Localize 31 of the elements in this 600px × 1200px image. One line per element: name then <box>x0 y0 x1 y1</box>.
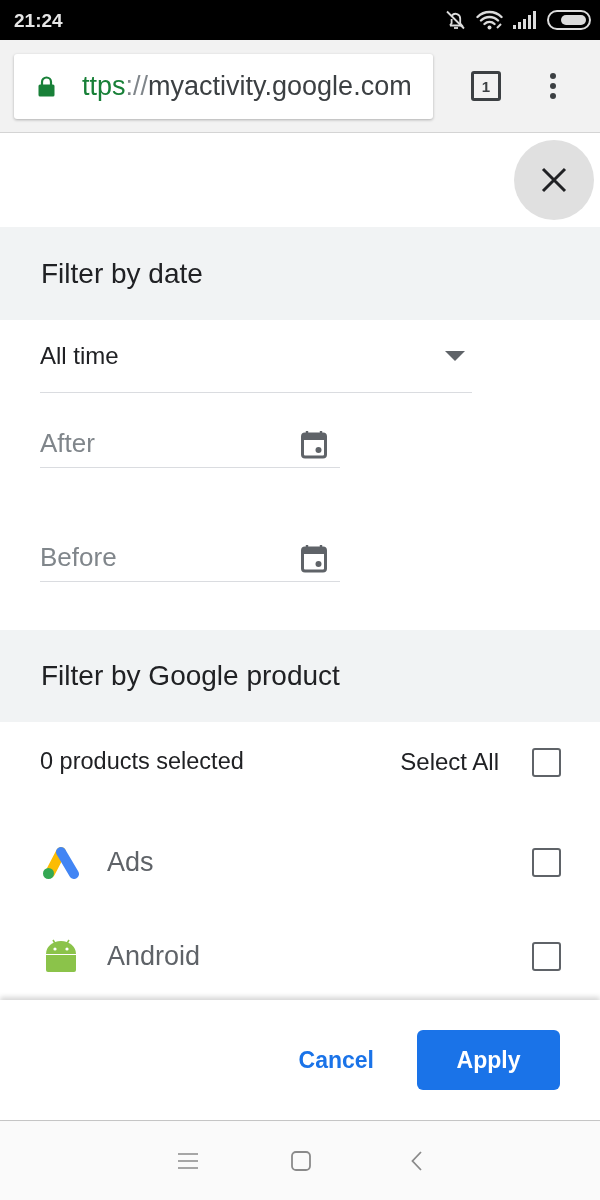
date-field[interactable]: Before <box>40 534 340 582</box>
apply-button[interactable]: Apply <box>417 1030 560 1090</box>
close-icon <box>541 167 567 193</box>
product-checkbox[interactable] <box>532 941 561 971</box>
calendar-icon[interactable] <box>301 431 327 459</box>
select-all-checkbox[interactable] <box>532 747 561 777</box>
back-icon[interactable] <box>411 1150 422 1171</box>
select-all-label[interactable]: Select All <box>400 744 499 780</box>
selection-count-text: 0 products selected <box>40 747 244 777</box>
lock-icon <box>38 75 55 97</box>
product-name: Android <box>107 939 201 973</box>
caret-icon <box>445 351 465 361</box>
product-name: Ads <box>107 845 154 879</box>
cancel-button[interactable]: Cancel <box>284 1030 388 1090</box>
address-bar[interactable]: ttps://myactivity.google.com <box>14 53 433 119</box>
android-robot-icon <box>45 939 77 973</box>
date-field[interactable]: After <box>40 420 340 468</box>
section-header: Filter by Google product <box>0 630 600 722</box>
wifi-icon <box>476 10 503 30</box>
home-icon[interactable] <box>291 1150 311 1171</box>
calendar-icon[interactable] <box>301 545 327 573</box>
product-checkbox[interactable] <box>532 847 561 877</box>
more-menu-icon[interactable] <box>550 73 556 99</box>
muted-bell-icon <box>445 10 466 30</box>
signal-icon <box>513 10 537 30</box>
battery-icon <box>547 10 591 30</box>
section-header: Filter by date <box>0 227 600 320</box>
tab-switcher-button[interactable]: 1 <box>471 71 501 101</box>
ads-logo-icon <box>42 845 80 879</box>
date-range-dropdown[interactable]: All time <box>40 320 472 393</box>
status-time: 21:24 <box>14 10 63 30</box>
